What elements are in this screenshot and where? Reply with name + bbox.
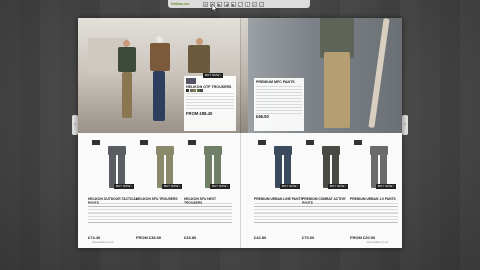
trousers-illustration bbox=[274, 146, 292, 188]
person-legs bbox=[122, 72, 132, 118]
print-button[interactable]: ⎙ bbox=[259, 1, 264, 7]
product-price: £33.80 bbox=[184, 235, 197, 240]
product-image[interactable]: BUY NOW › bbox=[258, 140, 302, 189]
next-page-button[interactable]: ▶ bbox=[231, 1, 236, 7]
trousers-illustration bbox=[108, 146, 126, 188]
product-price: £74.40 bbox=[88, 235, 101, 240]
product-name: PREMIUM URBAN 1.0 PANTS bbox=[350, 197, 396, 201]
trousers-illustration bbox=[156, 146, 174, 188]
person-torso bbox=[118, 47, 136, 72]
footer-url-left: www.helikon.co.uk bbox=[92, 241, 114, 244]
trousers-illustration bbox=[370, 146, 388, 188]
previous-page-button[interactable]: ◀ bbox=[224, 1, 229, 7]
product-thumbnail bbox=[186, 78, 196, 84]
product-price: £70.00 bbox=[302, 235, 315, 240]
product-chip bbox=[306, 140, 314, 145]
viewer-toolbar: Helikon-tex ⊞ ⊡ ▶ ◀ ▶ ⤢ ⇩ ✉ ⎙ bbox=[168, 0, 310, 8]
thumbnails-button[interactable]: ⊞ bbox=[203, 1, 208, 7]
person-head bbox=[123, 40, 130, 47]
product-chip bbox=[354, 140, 362, 145]
product-description bbox=[254, 203, 302, 225]
product-name: PREMIUM URBAN LINE PANTS bbox=[254, 197, 303, 201]
right-feature-card: PREMIUM MFC PANTS £66.50 bbox=[254, 78, 304, 131]
trousers-illustration bbox=[204, 146, 222, 188]
product-image[interactable]: BUY NOW › bbox=[188, 140, 232, 189]
play-button[interactable]: ▶ bbox=[217, 1, 222, 7]
product-chip bbox=[140, 140, 148, 145]
left-feature-description bbox=[186, 93, 234, 111]
right-feature-title: PREMIUM MFC PANTS bbox=[256, 80, 295, 84]
product-chip bbox=[258, 140, 266, 145]
product-card[interactable]: BUY NOW ›HELIKON OUTDOOR TACTICAL PANTS£… bbox=[88, 140, 138, 240]
buy-now-button[interactable]: BUY NOW › bbox=[162, 184, 183, 189]
buy-now-button[interactable]: BUY NOW › bbox=[210, 184, 231, 189]
product-description bbox=[136, 203, 184, 225]
next-page-arrow[interactable]: › bbox=[402, 115, 408, 135]
person-torso bbox=[188, 45, 210, 73]
product-description bbox=[302, 203, 350, 225]
product-card[interactable]: BUY NOW › HELIKON SFU TROUSERS FROM £38.90 bbox=[136, 140, 186, 240]
person-head bbox=[156, 36, 163, 43]
right-feature-price: £66.50 bbox=[256, 114, 269, 119]
model-trousers bbox=[324, 52, 350, 128]
catalogue-spread: HELIKON OTP TROUSERS FROM £88.40 BUY NOW… bbox=[78, 18, 402, 248]
person-legs bbox=[153, 71, 165, 121]
product-card[interactable]: BUY NOW › PREMIUM URBAN LINE PANTS £42.80 bbox=[254, 140, 304, 240]
product-card[interactable]: BUY NOW ›PREMIUM COMBAT ACTIVE PANTS£70.… bbox=[302, 140, 352, 240]
product-description bbox=[350, 203, 398, 225]
left-feature-price: FROM £88.40 bbox=[186, 111, 213, 116]
left-feature-card: HELIKON OTP TROUSERS FROM £88.40 bbox=[184, 76, 236, 131]
mouse-cursor-icon bbox=[211, 4, 217, 12]
product-price: FROM £38.90 bbox=[136, 235, 162, 240]
product-chip bbox=[188, 140, 196, 145]
product-description bbox=[184, 203, 232, 225]
product-chip bbox=[92, 140, 100, 145]
product-image[interactable]: BUY NOW › bbox=[306, 140, 350, 189]
fullscreen-button[interactable]: ⤢ bbox=[238, 1, 243, 7]
product-card[interactable]: BUY NOW ›HELIKON SFU NEXT TROUSERS£33.80 bbox=[184, 140, 234, 240]
product-description bbox=[88, 203, 136, 225]
buy-now-button[interactable]: BUY NOW › bbox=[280, 184, 301, 189]
product-price: £42.80 bbox=[254, 235, 267, 240]
page-spine bbox=[240, 18, 241, 248]
person-head bbox=[196, 38, 203, 45]
left-buy-now-button[interactable]: BUY NOW › bbox=[203, 73, 224, 78]
brand-logo: Helikon-tex bbox=[171, 2, 190, 6]
product-price: FROM £20.90 bbox=[350, 235, 376, 240]
trousers-illustration bbox=[322, 146, 340, 188]
buy-now-button[interactable]: BUY NOW › bbox=[376, 184, 397, 189]
product-image[interactable]: BUY NOW › bbox=[92, 140, 136, 189]
product-image[interactable]: BUY NOW › bbox=[140, 140, 184, 189]
download-button[interactable]: ⇩ bbox=[245, 1, 250, 7]
wooden-pole bbox=[368, 18, 390, 128]
product-card[interactable]: BUY NOW › PREMIUM URBAN 1.0 PANTS FROM £20… bbox=[350, 140, 400, 240]
person-torso bbox=[150, 43, 170, 71]
footer-url-right: www.helikon.co.uk bbox=[366, 241, 388, 244]
share-button[interactable]: ✉ bbox=[252, 1, 257, 7]
buy-now-button[interactable]: BUY NOW › bbox=[328, 184, 349, 189]
right-feature-description bbox=[256, 86, 302, 114]
product-name: HELIKON SFU TROUSERS bbox=[136, 197, 178, 201]
buy-now-button[interactable]: BUY NOW › bbox=[114, 184, 135, 189]
product-image[interactable]: BUY NOW › bbox=[354, 140, 398, 189]
